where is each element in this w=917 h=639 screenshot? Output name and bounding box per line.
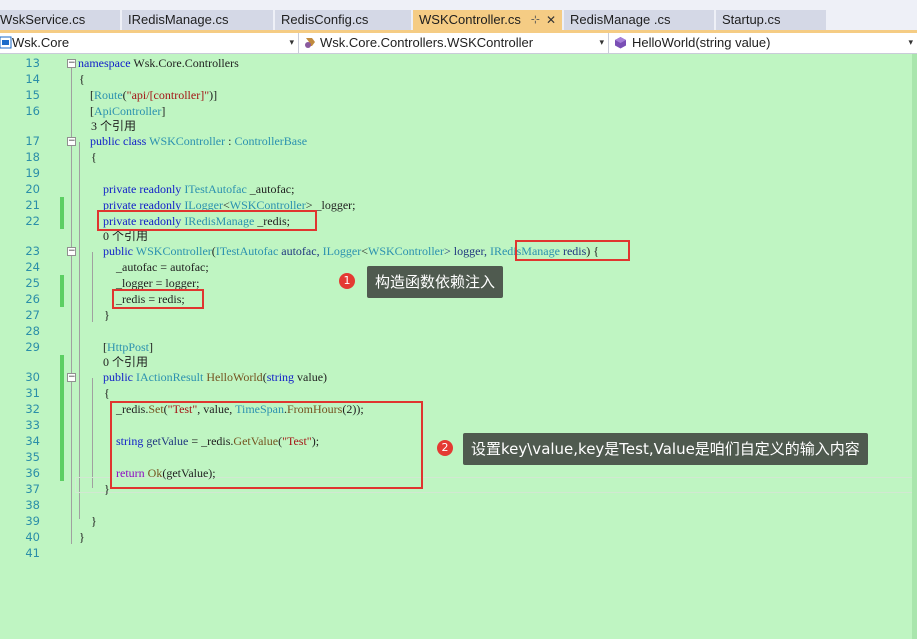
project-name: Wsk.Core <box>12 35 70 50</box>
code-line-20: private readonly ITestAutofac _autofac; <box>103 182 295 196</box>
line-number: 37 <box>25 482 40 496</box>
line-number: 20 <box>25 182 40 196</box>
line-number: 18 <box>25 150 40 164</box>
document-tab-strip: WskService.cs IRedisManage.cs RedisConfi… <box>0 0 917 31</box>
tab-wskservice[interactable]: WskService.cs <box>0 10 120 30</box>
code-line-17: public class WSKController : ControllerB… <box>90 134 308 148</box>
line-number: 17 <box>25 134 40 148</box>
project-dropdown[interactable]: Wsk.Core ▾ <box>0 33 299 53</box>
line-number: 39 <box>25 514 40 528</box>
navigation-bar: Wsk.Core ▾ Wsk.Core.Controllers.WSKContr… <box>0 33 917 54</box>
line-number: 30 <box>25 370 40 384</box>
collapse-minus-icon[interactable]: − <box>67 59 76 68</box>
tab-wskcontroller[interactable]: WSKController.cs ⊹ ✕ <box>413 10 562 30</box>
tab-label: WskService.cs <box>0 12 86 27</box>
chevron-down-icon: ▾ <box>289 37 294 47</box>
pin-icon[interactable]: ⊹ <box>531 10 540 30</box>
line-number: 33 <box>25 418 40 432</box>
line-number: 29 <box>25 340 40 354</box>
code-line-27: } <box>104 308 110 322</box>
chevron-down-icon: ▾ <box>599 37 604 47</box>
tab-label: RedisConfig.cs <box>281 12 369 27</box>
highlight-box-redis-param <box>515 240 630 261</box>
tab-redismanage[interactable]: RedisManage .cs <box>564 10 714 30</box>
annotation-callout-1: 构造函数依赖注入 <box>367 266 504 298</box>
vertical-scrollbar[interactable] <box>912 54 917 639</box>
annotation-callout-2: 设置key\value,key是Test,Value是咱们自定义的输入内容 <box>463 433 868 465</box>
method-icon <box>615 37 626 49</box>
highlight-box-redis-field <box>97 210 317 231</box>
line-number: 36 <box>25 466 40 480</box>
annotation-badge-2: 2 <box>437 440 453 456</box>
class-dropdown[interactable]: Wsk.Core.Controllers.WSKController ▾ <box>300 33 609 53</box>
line-number: 19 <box>25 166 40 180</box>
reference-count[interactable]: 3 个引用 <box>91 118 136 134</box>
line-number: 35 <box>25 450 40 464</box>
code-line-15: [Route("api/[controller]")] <box>90 88 218 102</box>
line-number: 21 <box>25 198 40 212</box>
chevron-down-icon: ▾ <box>908 37 913 47</box>
tab-label: IRedisManage.cs <box>128 12 229 27</box>
fold-guide <box>79 142 80 519</box>
code-line-39: } <box>91 514 97 528</box>
fold-guide <box>92 252 93 322</box>
line-number: 31 <box>25 386 40 400</box>
close-icon[interactable]: ✕ <box>546 10 556 30</box>
tab-label: Startup.cs <box>722 12 781 27</box>
line-number: 16 <box>25 104 40 118</box>
line-number: 27 <box>25 308 40 322</box>
line-number: 25 <box>25 276 40 290</box>
tab-redisconfig[interactable]: RedisConfig.cs <box>275 10 411 30</box>
change-marker <box>60 355 64 481</box>
tab-startup[interactable]: Startup.cs <box>716 10 826 30</box>
line-number: 24 <box>25 260 40 274</box>
code-line-16: [ApiController] <box>90 104 166 118</box>
line-number: 32 <box>25 402 40 416</box>
change-marker <box>60 275 64 307</box>
code-line-31: { <box>104 386 110 400</box>
collapse-minus-icon[interactable]: − <box>67 373 76 382</box>
code-line-40: } <box>79 530 85 544</box>
code-line-13: namespace Wsk.Core.Controllers <box>78 56 239 70</box>
line-number: 40 <box>25 530 40 544</box>
highlight-box-redis-assign <box>112 289 204 309</box>
code-editor[interactable]: 13 14 15 16 17 18 19 20 21 22 23 24 25 2… <box>0 54 917 639</box>
fold-guide <box>92 378 93 488</box>
line-number: 13 <box>25 56 40 70</box>
annotation-badge-1: 1 <box>339 273 355 289</box>
line-number: 22 <box>25 214 40 228</box>
code-line-18: { <box>91 150 97 164</box>
line-number: 28 <box>25 324 40 338</box>
tab-iredismanage[interactable]: IRedisManage.cs <box>122 10 273 30</box>
line-number: 23 <box>25 244 40 258</box>
line-number: 15 <box>25 88 40 102</box>
member-dropdown[interactable]: HelloWorld(string value) ▾ <box>610 33 917 53</box>
tab-label: WSKController.cs <box>419 12 521 27</box>
change-marker <box>60 197 64 229</box>
collapse-minus-icon[interactable]: − <box>67 137 76 146</box>
line-number: 14 <box>25 72 40 86</box>
line-number: 26 <box>25 292 40 306</box>
code-line-30: public IActionResult HelloWorld(string v… <box>103 370 328 384</box>
reference-count[interactable]: 0 个引用 <box>103 354 148 370</box>
class-name: Wsk.Core.Controllers.WSKController <box>320 35 534 50</box>
line-number: 34 <box>25 434 40 448</box>
code-line-24: _autofac = autofac; <box>116 260 209 274</box>
collapse-minus-icon[interactable]: − <box>67 247 76 256</box>
code-line-29: [HttpPost] <box>103 340 154 354</box>
code-line-37: } <box>104 482 110 496</box>
member-name: HelloWorld(string value) <box>632 35 771 50</box>
highlight-box-redis-usage <box>110 401 423 489</box>
line-number: 41 <box>25 546 40 560</box>
line-number: 38 <box>25 498 40 512</box>
class-icon <box>305 38 315 48</box>
code-line-14: { <box>79 72 85 86</box>
tab-label: RedisManage .cs <box>570 12 671 27</box>
